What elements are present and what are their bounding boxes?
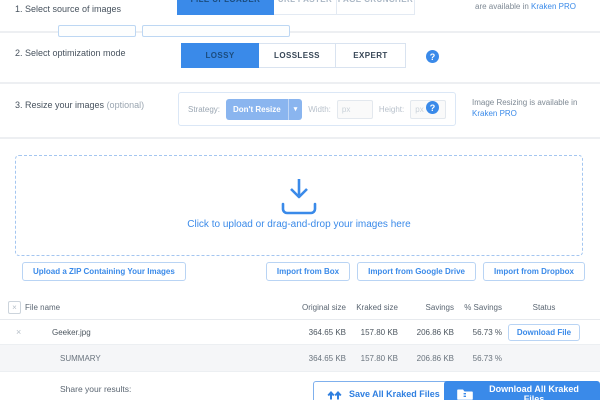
summary-label: SUMMARY: [24, 354, 300, 363]
header-file-name: File name: [24, 303, 300, 312]
summary-savings: 206.86 KB: [398, 354, 454, 363]
tab-expert[interactable]: EXPERT: [335, 43, 406, 68]
width-input[interactable]: [337, 100, 373, 119]
cell-file-name: Geeker.jpg: [24, 328, 300, 337]
header-savings: Savings: [398, 303, 454, 312]
save-button-label: Save All Kraked Files: [349, 389, 440, 399]
tab-page-cruncher[interactable]: PAGE CRUNCHER: [336, 0, 415, 15]
step3-label: 3. Resize your images (optional): [15, 100, 144, 110]
cell-kraked-size: 157.80 KB: [346, 328, 398, 337]
upload-dropzone[interactable]: Click to upload or drag-and-drop your im…: [15, 155, 583, 256]
share-widget-2[interactable]: [142, 25, 290, 37]
table-row: × Geeker.jpg 364.65 KB 157.80 KB 206.86 …: [0, 320, 600, 345]
results-table: × File name Original size Kraked size Sa…: [0, 295, 600, 372]
mode-tab-group: LOSSY LOSSLESS EXPERT: [182, 43, 406, 68]
clear-all-icon[interactable]: ×: [8, 301, 21, 314]
header-status: Status: [502, 303, 586, 312]
resize-options-group: Strategy: Don't Resize ▾ Width: Height:: [178, 92, 456, 126]
chevron-down-icon: ▾: [288, 99, 303, 120]
cell-original-size: 364.65 KB: [300, 328, 346, 337]
step3-label-optional: (optional): [107, 100, 145, 110]
table-summary-row: SUMMARY 364.65 KB 157.80 KB 206.86 KB 56…: [0, 345, 600, 372]
save-all-kraked-files-button[interactable]: Save All Kraked Files: [313, 381, 454, 400]
row-x-cell: ×: [8, 327, 24, 337]
header-x-cell: ×: [8, 301, 24, 314]
step3-label-text: 3. Resize your images: [15, 100, 104, 110]
zip-folder-icon: [457, 388, 473, 400]
dropzone-text: Click to upload or drag-and-drop your im…: [16, 219, 582, 230]
mode-help-icon[interactable]: ?: [426, 50, 439, 63]
strategy-label: Strategy:: [188, 105, 220, 114]
step2-label: 2. Select optimization mode: [15, 48, 126, 58]
resize-help-icon[interactable]: ?: [426, 101, 439, 114]
download-all-kraked-files-button[interactable]: Download All Kraked Files: [444, 381, 600, 400]
upload-zip-button[interactable]: Upload a ZIP Containing Your Images: [22, 262, 186, 281]
tab-file-uploader[interactable]: FILE UPLOADER: [177, 0, 274, 15]
summary-kraked-size: 157.80 KB: [346, 354, 398, 363]
step3-resize-row: 3. Resize your images (optional) Strateg…: [0, 84, 600, 139]
resize-pro-note: Image Resizing is available in Kraken PR…: [472, 97, 577, 119]
save-arrows-icon: [327, 389, 342, 400]
download-file-button[interactable]: Download File: [508, 324, 580, 341]
table-header-row: × File name Original size Kraked size Sa…: [0, 295, 600, 320]
summary-original-size: 364.65 KB: [300, 354, 346, 363]
strategy-value: Don't Resize: [226, 99, 288, 120]
import-button-group: Import from Box Import from Google Drive…: [266, 262, 585, 281]
pro-availability-note: are available in Kraken PRO: [475, 2, 576, 11]
resize-note-text: Image Resizing is available in: [472, 98, 577, 107]
import-google-drive-button[interactable]: Import from Google Drive: [357, 262, 476, 281]
step2-mode-row: 2. Select optimization mode LOSSY LOSSLE…: [0, 33, 600, 84]
source-tab-group: FILE UPLOADER URL PASTER PAGE CRUNCHER: [178, 0, 415, 15]
tab-lossless[interactable]: LOSSLESS: [258, 43, 336, 68]
cell-savings: 206.86 KB: [398, 328, 454, 337]
kraken-pro-link-2[interactable]: Kraken PRO: [472, 109, 517, 118]
tab-lossy[interactable]: LOSSY: [181, 43, 259, 68]
pro-note-text: are available in: [475, 2, 529, 11]
kraken-pro-link[interactable]: Kraken PRO: [531, 2, 576, 11]
tab-url-paster[interactable]: URL PASTER: [273, 0, 337, 15]
cell-percent-savings: 56.73 %: [454, 328, 502, 337]
header-percent-savings: % Savings: [454, 303, 502, 312]
step1-label: 1. Select source of images: [15, 4, 121, 14]
remove-file-icon[interactable]: ×: [16, 327, 21, 337]
import-box-button[interactable]: Import from Box: [266, 262, 350, 281]
kraken-optimizer-page: 1. Select source of images FILE UPLOADER…: [0, 0, 600, 400]
share-results-label: Share your results:: [60, 384, 131, 394]
upload-arrow-icon: [276, 178, 322, 221]
width-label: Width:: [308, 105, 331, 114]
header-original-size: Original size: [300, 303, 346, 312]
header-kraked-size: Kraked size: [346, 303, 398, 312]
download-all-button-label: Download All Kraked Files: [481, 384, 587, 400]
height-label: Height:: [379, 105, 404, 114]
summary-percent-savings: 56.73 %: [454, 354, 502, 363]
resize-strategy-dropdown[interactable]: Don't Resize ▾: [226, 99, 302, 120]
cell-status: Download File: [502, 324, 586, 341]
import-dropbox-button[interactable]: Import from Dropbox: [483, 262, 585, 281]
share-widget-1[interactable]: [58, 25, 136, 37]
